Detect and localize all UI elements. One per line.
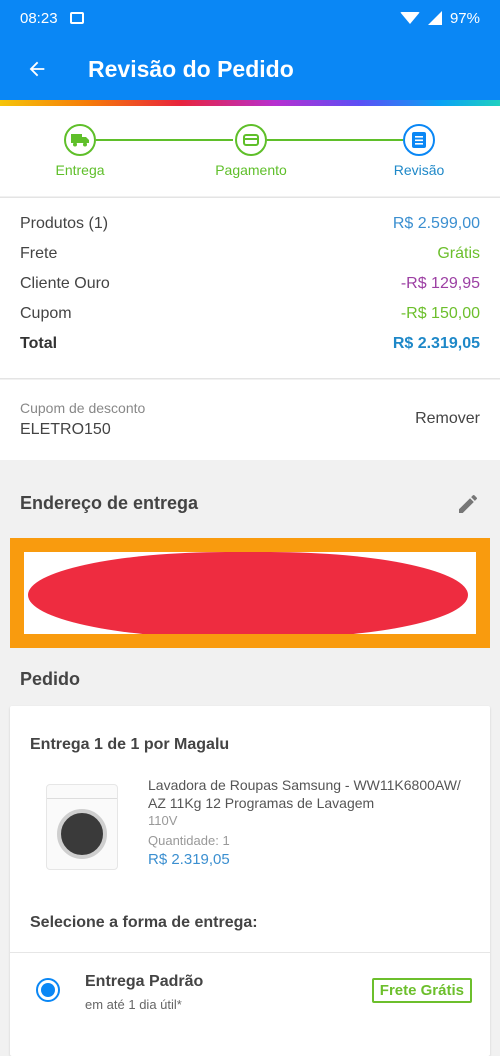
checkout-stepper: Entrega Pagamento Revisão [0,106,500,196]
summary-row-cupom: Cupom -R$ 150,00 [20,305,480,335]
summary-label: Produtos (1) [20,215,109,232]
product-name[interactable]: Lavadora de Roupas Samsung - WW11K6800AW… [148,776,478,812]
step-connector [267,139,403,141]
delivery-title: Entrega 1 de 1 por Magalu [30,736,230,753]
wifi-icon [399,12,420,24]
shipping-option-eta: em até 1 dia útil* [85,997,182,1012]
shipping-radio[interactable] [36,978,60,1002]
step-label-pagamento: Pagamento [215,162,287,178]
document-icon[interactable] [403,124,435,156]
address-card[interactable] [10,538,490,648]
order-summary: Produtos (1) R$ 2.599,00 Frete Grátis Cl… [0,197,500,379]
product-image [46,784,118,870]
coupon-code: ELETRO150 [20,421,111,438]
address-title: Endereço de entrega [20,493,199,513]
battery-level: 97% [449,9,480,27]
product-quantity: Quantidade: 1 [148,833,230,848]
image-notification-icon [69,12,84,24]
summary-label: Cupom [20,305,72,322]
summary-row-total: Total R$ 2.319,05 [20,335,480,365]
radio-selected-dot [41,983,55,997]
status-bar: 08:23 97% [0,0,500,36]
redacted-address [28,552,468,634]
remove-coupon-button[interactable]: Remover [415,410,480,428]
address-header: Endereço de entrega [0,460,500,538]
status-right: 97% [399,9,480,27]
free-shipping-badge: Frete Grátis [371,978,472,1003]
summary-label: Cliente Ouro [20,275,110,292]
summary-label: Total [20,335,58,352]
step-label-entrega: Entrega [55,162,105,178]
pencil-icon[interactable] [456,492,480,516]
page-title: Revisão do Pedido [88,55,294,82]
summary-value: -R$ 129,95 [400,275,480,292]
order-title: Pedido [20,669,81,689]
summary-row-frete: Frete Grátis [20,245,480,275]
back-arrow-icon[interactable] [20,52,54,86]
signal-icon [427,11,442,25]
washer-panel [47,785,117,799]
product-price: R$ 2.319,05 [148,851,230,868]
coupon-section: Cupom de desconto ELETRO150 Remover [0,380,500,460]
order-card: Entrega 1 de 1 por Magalu Lavadora de Ro… [10,706,490,1056]
summary-value: R$ 2.599,00 [392,215,480,232]
product-voltage: 110V [148,813,178,828]
truck-icon[interactable] [64,124,96,156]
summary-value: -R$ 150,00 [400,305,480,322]
card-icon[interactable] [235,124,267,156]
summary-row-produtos: Produtos (1) R$ 2.599,00 [20,215,480,245]
order-header: Pedido [0,655,500,701]
step-connector [96,139,233,141]
summary-label: Frete [20,245,58,262]
shipping-select-label: Selecione a forma de entrega: [30,914,258,931]
coupon-label: Cupom de desconto [20,400,146,416]
divider [10,952,490,953]
summary-row-cliente-ouro: Cliente Ouro -R$ 129,95 [20,275,480,305]
washer-door [57,809,107,859]
summary-total-value: R$ 2.319,05 [392,335,480,352]
app-bar: Revisão do Pedido [0,36,500,102]
shipping-option-name[interactable]: Entrega Padrão [85,973,203,991]
step-label-revisao: Revisão [393,162,445,178]
summary-value: Grátis [437,245,480,262]
status-time: 08:23 [20,9,58,27]
